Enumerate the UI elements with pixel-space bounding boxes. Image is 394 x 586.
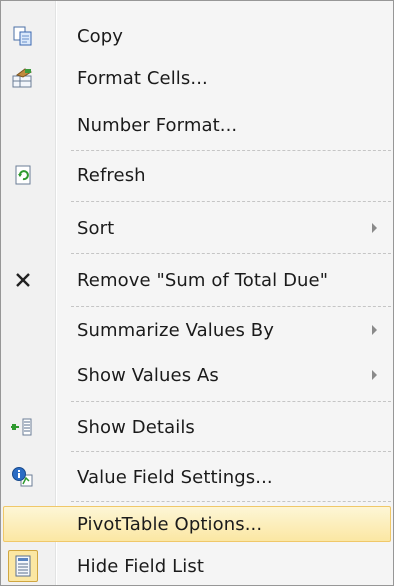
menu-separator bbox=[71, 401, 391, 402]
copy-icon bbox=[11, 24, 35, 48]
menu-item-show-details[interactable]: Show Details bbox=[1, 408, 393, 446]
menu-item-show-values-as[interactable]: Show Values As bbox=[1, 356, 393, 394]
refresh-icon bbox=[11, 163, 35, 187]
menu-item-refresh[interactable]: Refresh bbox=[1, 156, 393, 194]
menu-separator bbox=[71, 306, 391, 307]
menu-item-label: Format Cells... bbox=[77, 67, 208, 89]
menu-item-label: Remove "Sum of Total Due" bbox=[77, 269, 329, 291]
format-cells-icon bbox=[11, 66, 35, 90]
menu-item-label: PivotTable Options... bbox=[77, 513, 263, 535]
menu-item-remove-field[interactable]: Remove "Sum of Total Due" bbox=[1, 261, 393, 299]
menu-separator bbox=[71, 451, 391, 452]
menu-separator bbox=[71, 150, 391, 151]
submenu-arrow-icon bbox=[372, 370, 377, 380]
menu-item-hide-field-list[interactable]: Hide Field List bbox=[1, 547, 393, 585]
submenu-arrow-icon bbox=[372, 325, 377, 335]
menu-item-number-format[interactable]: Number Format... bbox=[1, 106, 393, 144]
menu-item-label: Copy bbox=[77, 25, 124, 47]
submenu-arrow-icon bbox=[372, 223, 377, 233]
menu-item-copy[interactable]: Copy bbox=[1, 17, 393, 55]
menu-item-label: Sort bbox=[77, 217, 115, 239]
menu-item-label: Show Details bbox=[77, 416, 195, 438]
menu-item-summarize-values-by[interactable]: Summarize Values By bbox=[1, 311, 393, 349]
menu-item-label: Summarize Values By bbox=[77, 319, 275, 341]
field-list-icon bbox=[8, 550, 38, 582]
menu-item-sort[interactable]: Sort bbox=[1, 209, 393, 247]
menu-item-label: Show Values As bbox=[77, 364, 219, 386]
menu-item-label: Refresh bbox=[77, 164, 146, 186]
menu-item-label: Hide Field List bbox=[77, 555, 204, 577]
menu-item-format-cells[interactable]: Format Cells... bbox=[1, 59, 393, 97]
menu-item-label: Value Field Settings... bbox=[77, 466, 273, 488]
value-field-settings-icon bbox=[11, 465, 35, 489]
context-menu: Copy Format Cells... Number Format... Re… bbox=[0, 0, 394, 586]
menu-item-value-field-settings[interactable]: Value Field Settings... bbox=[1, 458, 393, 496]
menu-item-pivottable-options[interactable]: PivotTable Options... bbox=[1, 505, 393, 543]
menu-separator bbox=[71, 253, 391, 254]
menu-separator bbox=[71, 201, 391, 202]
remove-icon bbox=[11, 268, 35, 292]
menu-item-label: Number Format... bbox=[77, 114, 238, 136]
show-details-icon bbox=[11, 415, 35, 439]
menu-separator bbox=[71, 501, 391, 502]
